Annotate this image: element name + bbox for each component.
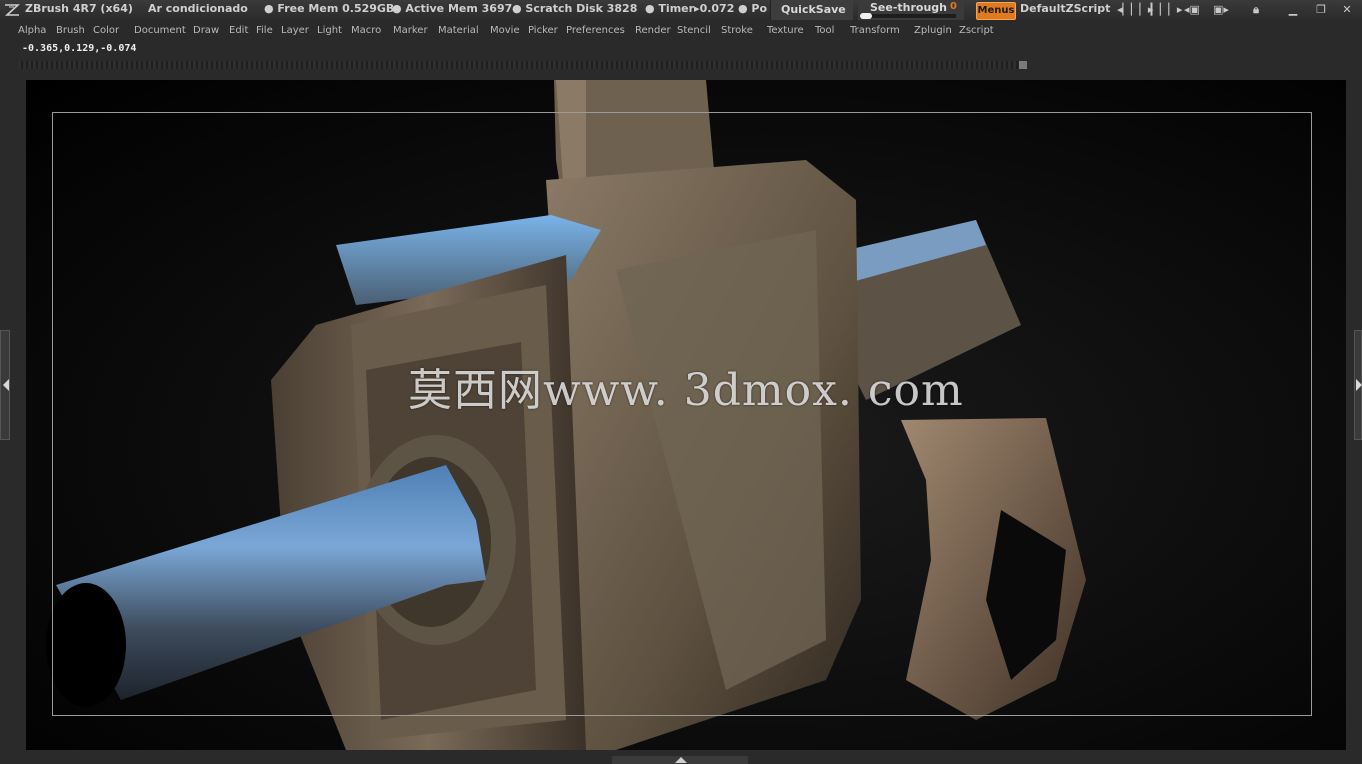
see-through-value: 0 — [950, 1, 957, 12]
narrow-interface-icon[interactable]: ◂▏▏▏▸ — [1117, 3, 1153, 17]
see-through-track — [860, 14, 956, 18]
menu-item-light[interactable]: Light — [313, 24, 346, 37]
right-tray-arrow-icon — [1356, 379, 1362, 391]
lock-icon[interactable]: 🔒︎ — [1248, 3, 1264, 17]
menu-item-movie[interactable]: Movie — [486, 24, 524, 37]
active-mem-readout: ● Active Mem 3697 — [392, 2, 513, 15]
menu-item-layer[interactable]: Layer — [277, 24, 313, 37]
progress-bar-handle — [1019, 61, 1027, 69]
coords-z: ,-0.074 — [94, 43, 137, 54]
quicksave-label: QuickSave — [781, 3, 846, 16]
scratch-disk-readout: ● Scratch Disk 3828 — [512, 2, 638, 15]
menu-item-file[interactable]: File — [252, 24, 277, 37]
menu-item-preferences[interactable]: Preferences — [562, 24, 629, 37]
title-bar: ZBrush 4R7 (x64) Ar condicionado ● Free … — [0, 0, 1362, 20]
menu-item-texture[interactable]: Texture — [763, 24, 808, 37]
progress-bar — [18, 61, 1018, 69]
bottom-tray-arrow-icon — [675, 757, 687, 763]
menu-item-color[interactable]: Color — [89, 24, 123, 37]
see-through-label: See-through — [870, 1, 948, 14]
zbrush-logo-icon — [4, 4, 20, 16]
close-icon[interactable]: ✕ — [1340, 3, 1354, 17]
left-tray-handle[interactable] — [0, 330, 10, 440]
menu-item-stroke[interactable]: Stroke — [717, 24, 757, 37]
menu-item-stencil[interactable]: Stencil — [673, 24, 715, 37]
menu-item-edit[interactable]: Edit — [225, 24, 252, 37]
see-through-slider[interactable]: See-through 0 — [858, 0, 964, 20]
layout-left-icon[interactable]: ◂▣ — [1181, 3, 1203, 17]
menu-item-zscript[interactable]: Zscript — [955, 24, 998, 37]
free-mem-readout: ● Free Mem 0.529GB — [264, 2, 395, 15]
menu-item-picker[interactable]: Picker — [524, 24, 562, 37]
watermark-text: 莫西网www. 3dmox. com — [408, 365, 964, 416]
wide-interface-icon[interactable]: ▕▏▏▏▸ — [1143, 3, 1182, 17]
timer-readout: ● Timer▸0.072 — [645, 2, 735, 15]
menu-item-brush[interactable]: Brush — [52, 24, 89, 37]
menu-item-alpha[interactable]: Alpha — [14, 24, 50, 37]
poly-readout: ● Po — [738, 2, 768, 15]
app-title: ZBrush 4R7 (x64) — [25, 2, 133, 15]
menu-item-macro[interactable]: Macro — [347, 24, 385, 37]
layout-right-icon[interactable]: ▣▸ — [1210, 3, 1232, 17]
coordinates-readout: -0.365,0.129,-0.074 — [22, 43, 136, 54]
document-name: Ar condicionado — [148, 2, 248, 15]
menus-button[interactable]: Menus — [976, 2, 1016, 20]
coords-xy: -0.365,0.129 — [22, 43, 95, 54]
minimize-icon[interactable]: ▁ — [1286, 3, 1300, 17]
left-tray-arrow-icon — [3, 379, 9, 391]
menu-item-document[interactable]: Document — [130, 24, 190, 37]
menu-item-render[interactable]: Render — [631, 24, 675, 37]
menu-item-zplugin[interactable]: Zplugin — [910, 24, 956, 37]
right-tray-handle[interactable] — [1354, 330, 1362, 440]
menu-item-transform[interactable]: Transform — [846, 24, 904, 37]
restore-icon[interactable]: ❐ — [1314, 3, 1328, 17]
quicksave-button[interactable]: QuickSave — [770, 0, 853, 20]
menu-item-marker[interactable]: Marker — [389, 24, 432, 37]
menu-item-tool[interactable]: Tool — [811, 24, 838, 37]
document-canvas[interactable]: 莫西网www. 3dmox. com — [26, 80, 1346, 750]
menu-item-material[interactable]: Material — [434, 24, 483, 37]
menu-item-draw[interactable]: Draw — [189, 24, 223, 37]
default-zscript-button[interactable]: DefaultZScript — [1020, 2, 1110, 15]
see-through-knob[interactable] — [860, 13, 872, 19]
